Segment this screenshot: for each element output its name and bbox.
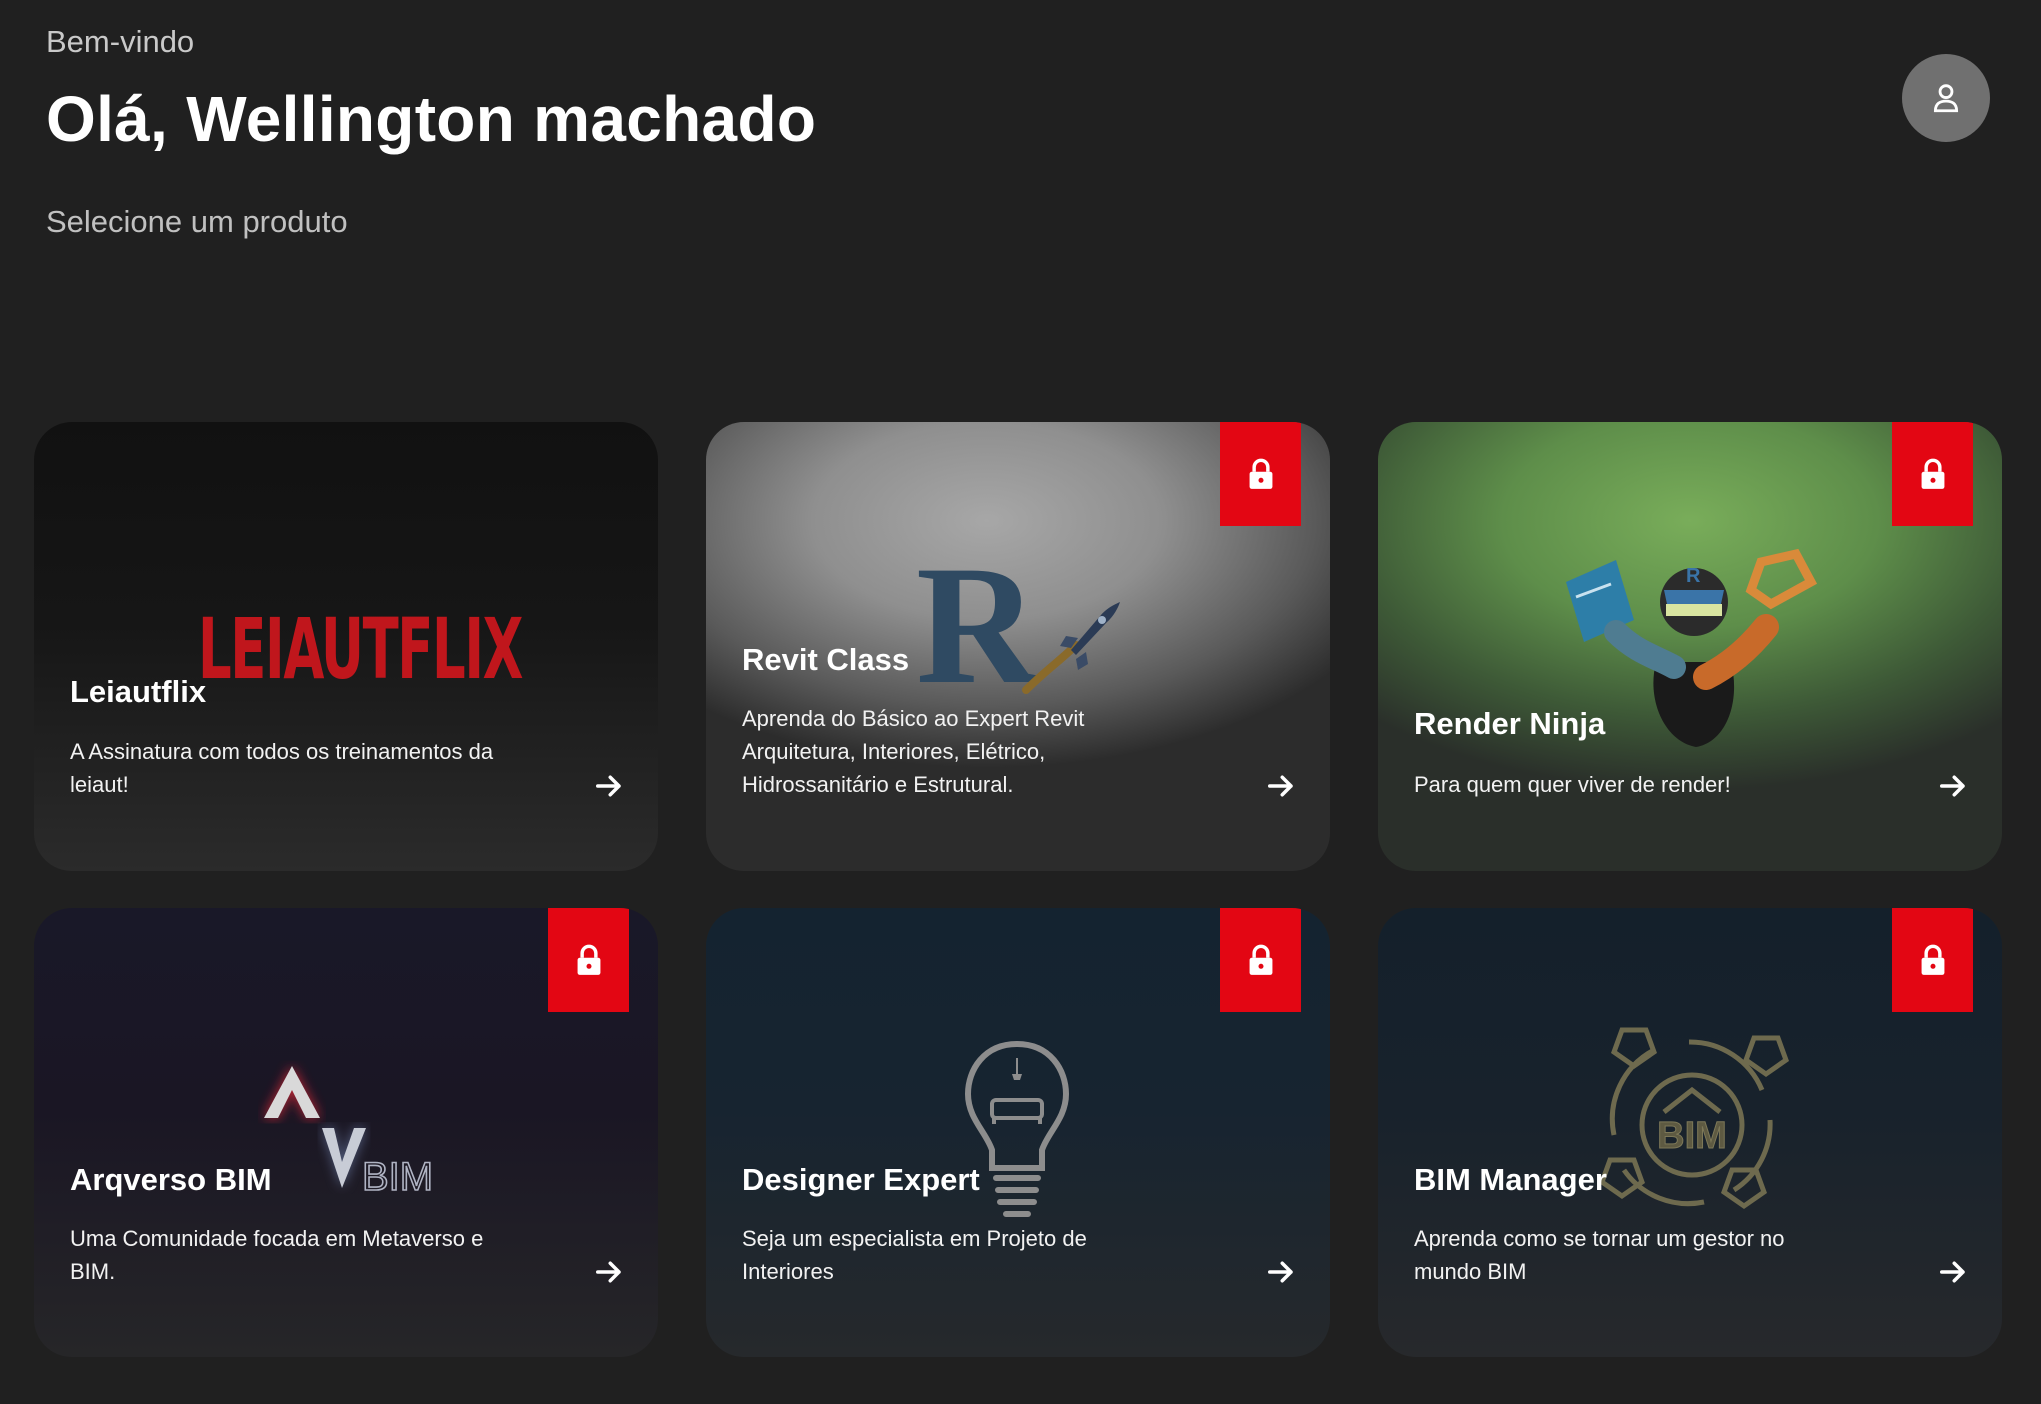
welcome-label: Bem-vindo [46, 24, 195, 59]
product-title: Designer Expert [742, 1162, 980, 1197]
bim-manager-logo: BIM [1584, 1020, 1814, 1225]
user-profile-button[interactable] [1902, 54, 1990, 142]
section-subtitle: Selecione um produto [46, 204, 348, 239]
product-title: BIM Manager [1414, 1162, 1607, 1197]
product-description: Uma Comunidade focada em Metaverso e BIM… [70, 1226, 484, 1284]
leiautflix-logo: LEIAUTFLIX [198, 600, 523, 698]
arqverso-logo: BIM [244, 1038, 464, 1223]
product-description: Seja um especialista em Projeto de Inter… [742, 1226, 1087, 1284]
locked-badge [1220, 422, 1301, 526]
product-card-render-ninja[interactable]: R Render Ninja Para quem quer viver de r… [1378, 422, 2002, 871]
product-title: Leiautflix [70, 674, 207, 709]
product-title: Arqverso BIM [70, 1162, 272, 1197]
lock-icon [1249, 458, 1272, 489]
product-card-arqverso-bim[interactable]: BIM Arqverso BIM Uma Comunidade focada e… [34, 908, 658, 1357]
page-title: Olá, Wellington machado [46, 83, 817, 155]
lock-icon [577, 944, 600, 975]
product-description: Para quem quer viver de render! [1414, 772, 1731, 797]
product-card-leiautflix[interactable]: LEIAUTFLIX Leiautflix A Assinatura com t… [34, 422, 658, 871]
locked-badge [1892, 908, 1973, 1012]
arrow-right-icon[interactable] [1266, 771, 1296, 801]
arrow-right-icon[interactable] [1938, 1257, 1968, 1287]
product-card-bim-manager[interactable]: BIM BIM Manager Aprenda como se tornar u… [1378, 908, 2002, 1357]
arrow-right-icon[interactable] [594, 1257, 624, 1287]
locked-badge [1892, 422, 1973, 526]
product-description: Aprenda como se tornar um gestor no mund… [1414, 1226, 1785, 1284]
arrow-right-icon[interactable] [1938, 771, 1968, 801]
arrow-right-icon[interactable] [1266, 1257, 1296, 1287]
svg-text:BIM: BIM [362, 1155, 433, 1199]
product-description: A Assinatura com todos os treinamentos d… [70, 739, 494, 797]
locked-badge [1220, 908, 1301, 1012]
lock-icon [1921, 458, 1944, 489]
product-description: Aprenda do Básico ao Expert Revit Arquit… [742, 706, 1085, 797]
locked-badge [548, 908, 629, 1012]
lock-icon [1921, 944, 1944, 975]
product-title: Render Ninja [1414, 706, 1606, 741]
product-card-designer-expert[interactable]: Designer Expert Seja um especialista em … [706, 908, 1330, 1357]
product-title: Revit Class [742, 642, 910, 677]
svg-text:R: R [1686, 565, 1701, 587]
revit-rocket-logo: R [916, 540, 1120, 710]
arrow-right-icon[interactable] [594, 771, 624, 801]
lightbulb-sofa-logo [962, 1038, 1072, 1233]
rocket-icon [1022, 602, 1120, 694]
lock-icon [1249, 944, 1272, 975]
svg-text:BIM: BIM [1657, 1115, 1727, 1157]
user-icon [1933, 84, 1959, 113]
product-card-revit-class[interactable]: R Revit Class Aprenda do Básico ao Exper… [706, 422, 1330, 871]
lightbulb-icon [964, 1040, 1070, 1217]
